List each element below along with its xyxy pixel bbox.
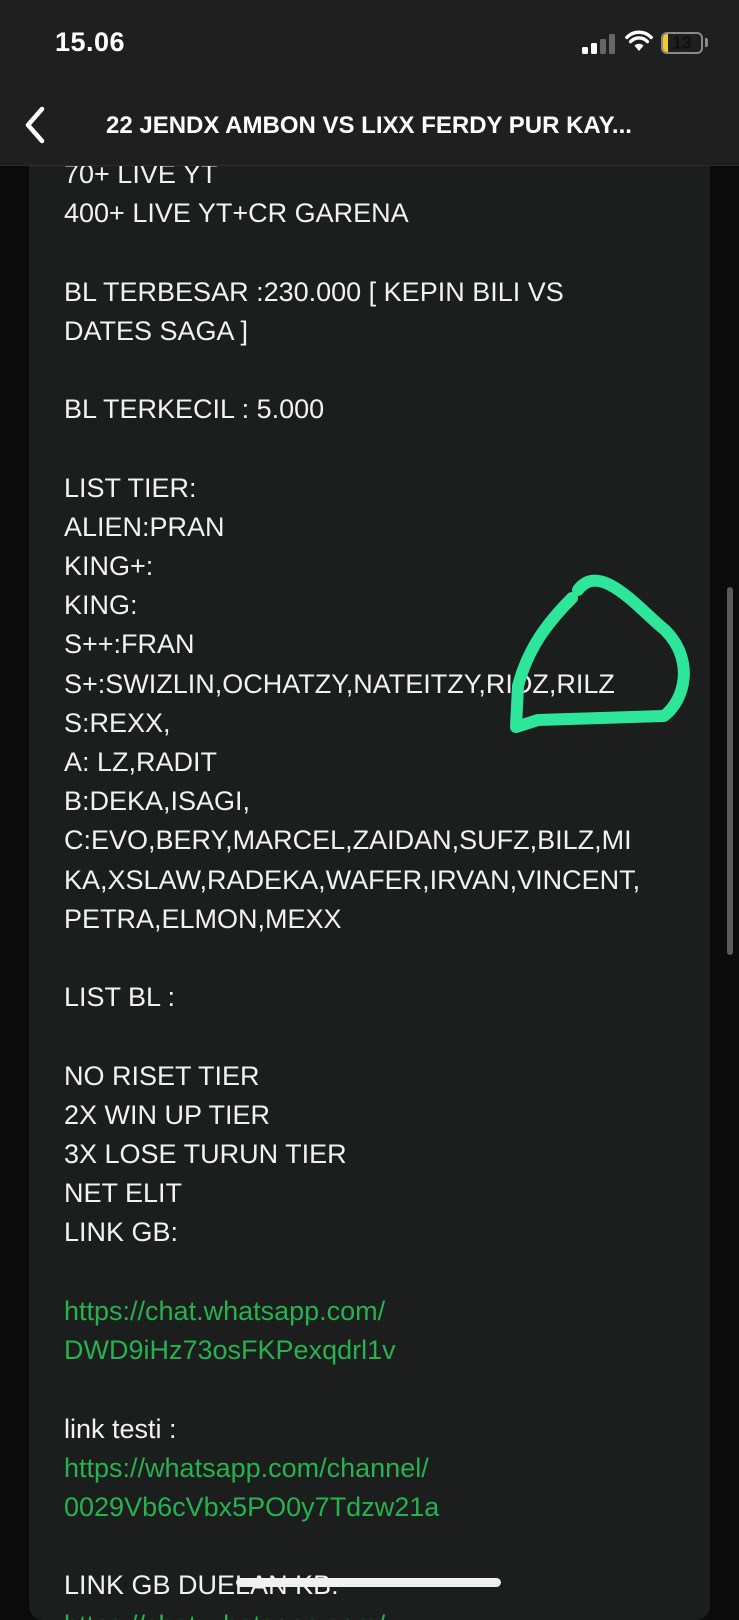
message-text: 70+ LIVE YT 400+ LIVE YT+CR GARENA BL TE… [64,159,641,1248]
battery-level: 13 [671,33,693,53]
chat-header: 15.06 13 22 JENDX AMBON VS LIXX FERDY PU… [0,0,739,166]
link-testi[interactable]: https://whatsapp.com/channel/ 0029Vb6cVb… [64,1453,439,1522]
message-body: 70+ LIVE YT 400+ LIVE YT+CR GARENA BL TE… [64,155,704,1620]
message-bubble: 70+ LIVE YT 400+ LIVE YT+CR GARENA BL TE… [29,120,710,1620]
testi-label: link testi : [64,1413,177,1444]
chat-title[interactable]: 22 JENDX AMBON VS LIXX FERDY PUR KAY... [106,112,711,140]
status-time: 15.06 [55,27,126,57]
link-duel[interactable]: https://chat.whatsapp.com/ [64,1610,385,1620]
chevron-left-icon[interactable] [20,104,50,146]
home-indicator[interactable] [236,1578,501,1587]
battery-icon: 13 [661,32,703,54]
scrollbar[interactable] [727,587,733,955]
wifi-icon [625,30,653,51]
battery-tip [705,38,708,47]
link-gb[interactable]: https://chat.whatsapp.com/ DWD9iHz73osFK… [64,1296,396,1365]
cellular-signal-icon [582,34,616,54]
